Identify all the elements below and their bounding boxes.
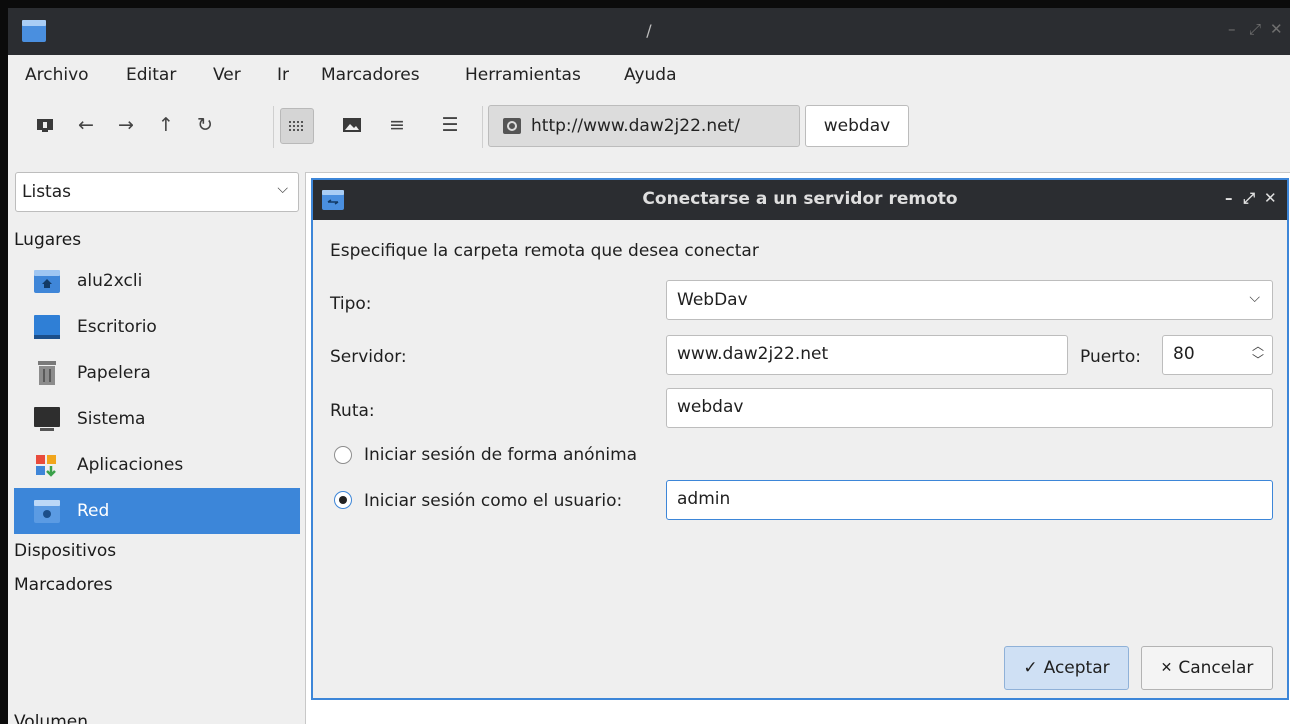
applications-icon (36, 455, 56, 477)
dialog-titlebar[interactable]: Conectarse a un servidor remoto – ⤢ ✕ (313, 180, 1287, 220)
accept-button-label: Aceptar (1043, 658, 1110, 678)
side-panel-mode-value: Listas (22, 182, 71, 202)
menu-archivo[interactable]: Archivo (25, 65, 89, 85)
sidebar-item-label: Red (77, 501, 110, 521)
dialog-intro-text: Especifique la carpeta remota que desea … (330, 241, 759, 261)
window-titlebar[interactable]: / – ⤢ ✕ (8, 8, 1290, 55)
side-panel-mode-select[interactable]: Listas ⌵ (15, 172, 299, 212)
minimize-button[interactable]: – (1228, 20, 1236, 38)
type-label: Tipo: (330, 294, 372, 314)
network-folder-icon (34, 500, 60, 523)
sidebar-item-escritorio[interactable]: Escritorio (14, 304, 300, 350)
sidebar-item-label: Escritorio (77, 317, 157, 337)
path-input[interactable]: webdav (666, 388, 1273, 428)
section-volumen[interactable]: Volumen (14, 712, 88, 724)
sidebar-item-aplicaciones[interactable]: Aplicaciones (14, 442, 300, 488)
section-dispositivos[interactable]: Dispositivos (14, 541, 116, 561)
server-input[interactable]: www.daw2j22.net (666, 335, 1068, 375)
path-button-next[interactable]: webdav (805, 105, 909, 147)
up-arrow-icon[interactable]: ↑ (151, 108, 181, 142)
maximize-button[interactable]: ⤢ (1249, 20, 1261, 38)
network-drive-icon (503, 118, 521, 134)
type-select-value: WebDav (677, 290, 748, 310)
accept-button[interactable]: ✓ Aceptar (1004, 646, 1129, 690)
back-arrow-icon[interactable]: ← (71, 108, 101, 142)
chevron-down-icon: ⌵ (277, 181, 288, 197)
desktop-icon (34, 315, 60, 339)
toolbar-separator (482, 106, 483, 148)
menu-herramientas[interactable]: Herramientas (465, 65, 581, 85)
path-button-current[interactable]: http://www.daw2j22.net/ (488, 105, 800, 147)
toolbar-separator (273, 106, 274, 148)
type-select[interactable]: WebDav ⌵ (666, 280, 1273, 320)
section-marcadores[interactable]: Marcadores (14, 575, 113, 595)
menu-editar[interactable]: Editar (126, 65, 176, 85)
checkmark-icon: ✓ (1023, 658, 1038, 678)
sidebar-item-label: Sistema (77, 409, 146, 429)
trash-icon (38, 361, 56, 385)
port-label: Puerto: (1080, 347, 1141, 367)
anonymous-login-label[interactable]: Iniciar sesión de forma anónima (364, 445, 637, 465)
port-value: 80 (1173, 344, 1195, 364)
menu-ir[interactable]: Ir (277, 65, 289, 85)
connect-server-dialog: Conectarse a un servidor remoto – ⤢ ✕ Es… (311, 178, 1289, 700)
forward-arrow-icon[interactable]: → (111, 108, 141, 142)
sidebar-item-label: alu2xcli (77, 271, 143, 291)
dialog-title: Conectarse a un servidor remoto (642, 189, 958, 209)
cancel-x-icon: ✕ (1160, 660, 1173, 676)
compact-view-icon[interactable]: ≡ (382, 108, 412, 142)
path-next-label: webdav (823, 116, 891, 136)
menu-marcadores[interactable]: Marcadores (321, 65, 420, 85)
thumbnail-view-icon[interactable] (337, 108, 367, 142)
sidebar-item-label: Aplicaciones (77, 455, 184, 475)
toolbar: ← → ↑ ↻ ≡ ☰ http://www.daw2j22.net/ webd… (8, 96, 1290, 164)
menu-ayuda[interactable]: Ayuda (624, 65, 677, 85)
computer-icon (34, 407, 60, 431)
sidebar-item-papelera[interactable]: Papelera (14, 350, 300, 396)
sidebar-item-alu2xcli[interactable]: alu2xcli (14, 258, 300, 304)
path-label: Ruta: (330, 401, 375, 421)
cancel-button[interactable]: ✕ Cancelar (1141, 646, 1273, 690)
sidebar-item-sistema[interactable]: Sistema (14, 396, 300, 442)
user-login-radio[interactable] (334, 491, 352, 509)
cancel-button-label: Cancelar (1178, 658, 1254, 678)
sidebar-item-label: Papelera (77, 363, 151, 383)
dialog-minimize-button[interactable]: – (1225, 189, 1233, 207)
home-folder-icon (34, 270, 60, 293)
reload-icon[interactable]: ↻ (190, 108, 220, 142)
username-input[interactable]: admin (666, 480, 1273, 520)
dialog-maximize-button[interactable]: ⤢ (1243, 189, 1255, 207)
user-login-label[interactable]: Iniciar sesión como el usuario: (364, 491, 622, 511)
path-current-label: http://www.daw2j22.net/ (531, 116, 740, 136)
port-spinbox[interactable]: 80 ︿ ﹀ (1162, 335, 1273, 375)
icon-view-icon[interactable] (280, 108, 314, 144)
anonymous-login-radio[interactable] (334, 446, 352, 464)
spin-arrows-icon[interactable]: ︿ ﹀ (1252, 339, 1264, 367)
sidebar-item-red[interactable]: Red (14, 488, 300, 534)
file-manager-window: / – ⤢ ✕ Archivo Editar Ver Ir Marcadores… (8, 8, 1290, 724)
dialog-close-button[interactable]: ✕ (1264, 189, 1277, 207)
detailed-list-view-icon[interactable]: ☰ (435, 108, 465, 142)
menubar: Archivo Editar Ver Ir Marcadores Herrami… (8, 55, 1290, 95)
section-lugares[interactable]: Lugares (14, 230, 81, 250)
window-title: / (646, 21, 652, 40)
server-label: Servidor: (330, 347, 407, 367)
chevron-down-icon: ⌵ (1249, 290, 1260, 306)
menu-ver[interactable]: Ver (213, 65, 241, 85)
new-window-icon[interactable] (30, 108, 60, 142)
close-button[interactable]: ✕ (1270, 20, 1283, 38)
